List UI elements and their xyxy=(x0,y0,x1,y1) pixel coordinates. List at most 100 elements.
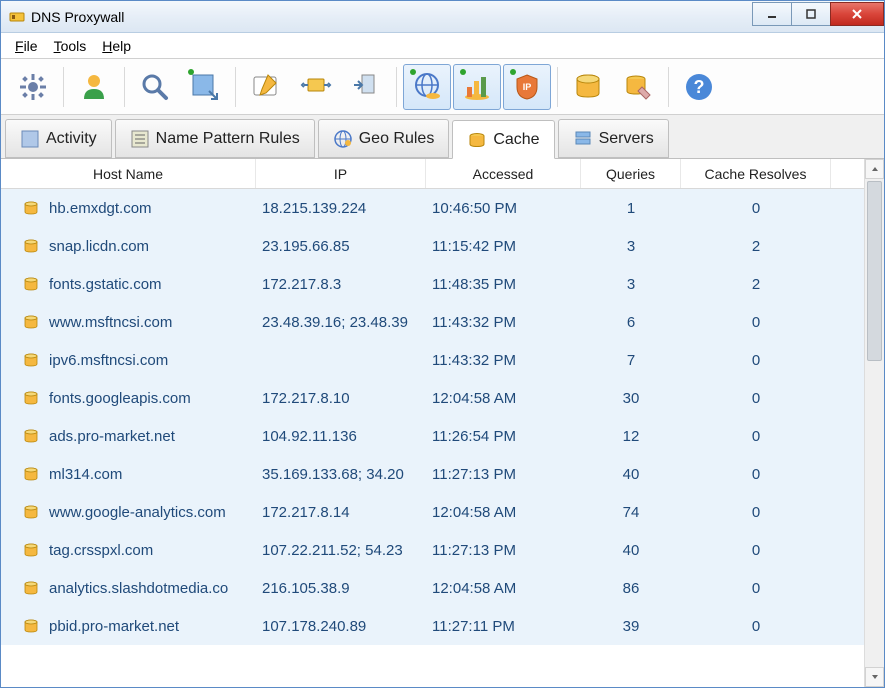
cell-ip: 172.217.8.14 xyxy=(256,504,426,521)
host-text: snap.licdn.com xyxy=(49,238,149,255)
host-text: hb.emxdgt.com xyxy=(49,200,152,217)
scroll-down-button[interactable] xyxy=(865,667,884,687)
tab-label: Cache xyxy=(493,131,539,149)
host-text: ml314.com xyxy=(49,466,122,483)
cell-cache-resolves: 0 xyxy=(681,466,831,483)
cell-queries: 1 xyxy=(581,200,681,217)
table-row[interactable]: snap.licdn.com23.195.66.8511:15:42 PM32 xyxy=(1,227,864,265)
clear-cache-button[interactable] xyxy=(614,64,662,110)
tab-cache[interactable]: Cache xyxy=(452,120,554,159)
host-text: fonts.googleapis.com xyxy=(49,390,191,407)
menu-tools[interactable]: Tools xyxy=(46,35,95,57)
host-text: fonts.gstatic.com xyxy=(49,276,162,293)
col-header-accessed[interactable]: Accessed xyxy=(426,159,581,188)
cell-cache-resolves: 0 xyxy=(681,504,831,521)
tab-activity[interactable]: Activity xyxy=(5,119,112,158)
cache-icon xyxy=(23,466,39,482)
window-controls xyxy=(753,2,884,26)
svg-text:IP: IP xyxy=(523,82,532,92)
cell-queries: 30 xyxy=(581,390,681,407)
edit-button[interactable] xyxy=(242,64,290,110)
separator xyxy=(396,67,397,107)
scroll-thumb[interactable] xyxy=(867,181,882,361)
settings-button[interactable] xyxy=(9,64,57,110)
scroll-up-button[interactable] xyxy=(865,159,884,179)
table-row[interactable]: fonts.gstatic.com172.217.8.311:48:35 PM3… xyxy=(1,265,864,303)
cell-accessed: 11:43:32 PM xyxy=(426,314,581,331)
host-text: tag.crsspxl.com xyxy=(49,542,153,559)
cell-accessed: 11:43:32 PM xyxy=(426,352,581,369)
cell-queries: 3 xyxy=(581,238,681,255)
table-row[interactable]: www.msftncsi.com23.48.39.16; 23.48.3911:… xyxy=(1,303,864,341)
cell-queries: 12 xyxy=(581,428,681,445)
cell-queries: 74 xyxy=(581,504,681,521)
cell-cache-resolves: 2 xyxy=(681,276,831,293)
cell-ip: 23.48.39.16; 23.48.39 xyxy=(256,314,426,331)
export-button[interactable] xyxy=(181,64,229,110)
cache-icon xyxy=(23,238,39,254)
window-title: DNS Proxywall xyxy=(31,9,753,25)
import-button[interactable] xyxy=(342,64,390,110)
maximize-button[interactable] xyxy=(791,2,831,26)
cell-host: fonts.googleapis.com xyxy=(1,390,256,407)
cache-icon xyxy=(23,618,39,634)
table-container: Host Name IP Accessed Queries Cache Reso… xyxy=(1,159,884,687)
ip-shield-button[interactable]: IP xyxy=(503,64,551,110)
cell-host: www.google-analytics.com xyxy=(1,504,256,521)
col-header-ip[interactable]: IP xyxy=(256,159,426,188)
cell-queries: 40 xyxy=(581,466,681,483)
tab-servers[interactable]: Servers xyxy=(558,119,669,158)
sync-button[interactable] xyxy=(292,64,340,110)
tab-name-pattern-rules[interactable]: Name Pattern Rules xyxy=(115,119,315,158)
table-row[interactable]: hb.emxdgt.com18.215.139.22410:46:50 PM10 xyxy=(1,189,864,227)
table-row[interactable]: ipv6.msftncsi.com11:43:32 PM70 xyxy=(1,341,864,379)
cell-cache-resolves: 0 xyxy=(681,390,831,407)
globe-button[interactable] xyxy=(403,64,451,110)
cache-button[interactable] xyxy=(564,64,612,110)
cache-icon xyxy=(23,390,39,406)
table-row[interactable]: ads.pro-market.net104.92.11.13611:26:54 … xyxy=(1,417,864,455)
minimize-button[interactable] xyxy=(752,2,792,26)
cell-accessed: 11:15:42 PM xyxy=(426,238,581,255)
cell-host: ipv6.msftncsi.com xyxy=(1,352,256,369)
cell-ip: 104.92.11.136 xyxy=(256,428,426,445)
col-header-host[interactable]: Host Name xyxy=(1,159,256,188)
cell-cache-resolves: 0 xyxy=(681,542,831,559)
separator xyxy=(668,67,669,107)
scroll-track[interactable] xyxy=(865,179,884,667)
activity-icon xyxy=(20,129,40,149)
table-row[interactable]: tag.crsspxl.com107.22.211.52; 54.2311:27… xyxy=(1,531,864,569)
cell-host: www.msftncsi.com xyxy=(1,314,256,331)
table-row[interactable]: analytics.slashdotmedia.co216.105.38.912… xyxy=(1,569,864,607)
vertical-scrollbar[interactable] xyxy=(864,159,884,687)
col-header-queries[interactable]: Queries xyxy=(581,159,681,188)
tab-label: Name Pattern Rules xyxy=(156,130,300,148)
tab-label: Geo Rules xyxy=(359,130,435,148)
separator xyxy=(124,67,125,107)
status-dot-icon xyxy=(460,69,466,75)
cache-icon xyxy=(23,200,39,216)
user-button[interactable] xyxy=(70,64,118,110)
tab-geo-rules[interactable]: Geo Rules xyxy=(318,119,450,158)
table-row[interactable]: fonts.googleapis.com172.217.8.1012:04:58… xyxy=(1,379,864,417)
cache-icon xyxy=(23,580,39,596)
cell-ip: 23.195.66.85 xyxy=(256,238,426,255)
help-button[interactable]: ? xyxy=(675,64,723,110)
close-button[interactable] xyxy=(830,2,884,26)
table-row[interactable]: ml314.com35.169.133.68; 34.2011:27:13 PM… xyxy=(1,455,864,493)
cell-queries: 6 xyxy=(581,314,681,331)
table-row[interactable]: pbid.pro-market.net107.178.240.8911:27:1… xyxy=(1,607,864,645)
cell-queries: 40 xyxy=(581,542,681,559)
table-row[interactable]: www.google-analytics.com172.217.8.1412:0… xyxy=(1,493,864,531)
host-text: pbid.pro-market.net xyxy=(49,618,179,635)
stats-button[interactable] xyxy=(453,64,501,110)
col-header-cache-resolves[interactable]: Cache Resolves xyxy=(681,159,831,188)
search-button[interactable] xyxy=(131,64,179,110)
cell-host: tag.crsspxl.com xyxy=(1,542,256,559)
menu-file[interactable]: File xyxy=(7,35,46,57)
menu-help[interactable]: Help xyxy=(94,35,139,57)
cell-ip: 18.215.139.224 xyxy=(256,200,426,217)
separator xyxy=(235,67,236,107)
cache-icon xyxy=(467,130,487,150)
status-dot-icon xyxy=(188,69,194,75)
